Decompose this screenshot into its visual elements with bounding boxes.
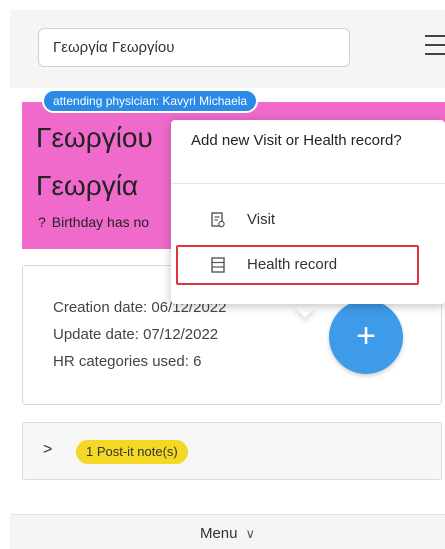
postit-badge[interactable]: 1 Post-it note(s) xyxy=(76,440,188,464)
postit-row[interactable]: > 1 Post-it note(s) xyxy=(22,422,442,480)
bottom-menu[interactable]: Menu ∨ xyxy=(10,514,445,549)
patient-first-name: Γεωργία xyxy=(36,170,139,201)
patient-surname: Γεωργίου xyxy=(36,122,153,153)
plus-icon: + xyxy=(356,317,376,355)
hr-categories: HR categories used: 6 xyxy=(53,353,202,370)
search-input[interactable]: Γεωργία Γεωργίου xyxy=(38,28,350,67)
health-record-highlight xyxy=(176,245,419,285)
hamburger-menu-icon[interactable] xyxy=(425,35,445,57)
menu-label[interactable]: Menu xyxy=(200,525,238,542)
top-bar: Γεωργία Γεωργίου xyxy=(10,10,445,88)
visit-option[interactable]: Visit xyxy=(171,202,445,238)
update-date: Update date: 07/12/2022 xyxy=(53,326,219,343)
page: Γεωργία Γεωργίου attending physician: Ka… xyxy=(0,0,445,549)
birthday-text: Birthday has no xyxy=(51,214,150,230)
popover-title: Add new Visit or Health record? xyxy=(171,120,445,184)
visit-icon xyxy=(211,212,225,228)
add-button[interactable]: + xyxy=(329,300,403,374)
visit-label: Visit xyxy=(247,211,276,228)
chevron-down-icon[interactable]: ∨ xyxy=(246,526,256,541)
chevron-right-icon[interactable]: > xyxy=(43,441,52,459)
physician-badge: attending physician: Kavyri Michaela xyxy=(42,89,259,113)
question-icon: ? xyxy=(38,214,46,230)
birthday-note: ? Birthday has no xyxy=(38,214,173,230)
